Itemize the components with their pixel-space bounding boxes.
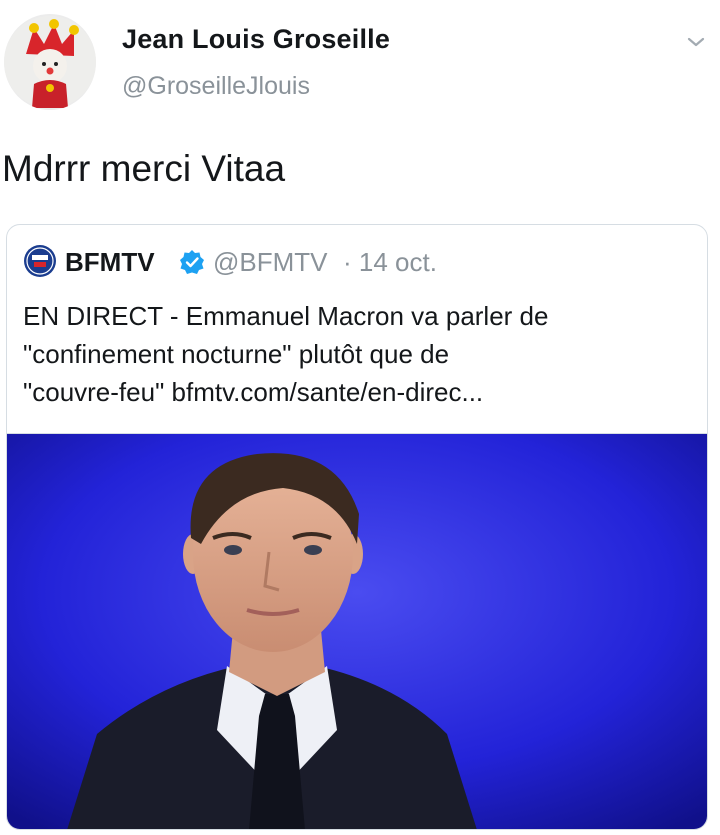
quoted-tweet-date[interactable]: · 14 oct.	[343, 247, 437, 278]
tweet-header: Jean Louis Groseille @GroseilleJlouis	[0, 0, 720, 120]
quoted-text-line: "confinement nocturne" plutôt que de	[23, 339, 450, 369]
quoted-tweet-card[interactable]: BFMTV @BFMTV · 14 oct. EN DIRECT - Emman…	[6, 224, 708, 830]
quoted-text-line: EN DIRECT - Emmanuel Macron va parler de	[23, 301, 549, 331]
quoted-text-line[interactable]: "couvre-feu" bfmtv.com/sante/en-direc...	[23, 373, 699, 411]
quoted-tweet-photo[interactable]	[7, 433, 707, 829]
chevron-down-icon[interactable]	[684, 30, 708, 54]
quoted-tweet-text: EN DIRECT - Emmanuel Macron va parler de…	[23, 297, 699, 411]
bfmtv-logo-icon[interactable]	[23, 244, 57, 278]
quoted-author-name[interactable]: BFMTV	[65, 247, 155, 278]
quoted-author-handle[interactable]: @BFMTV	[213, 247, 328, 278]
jester-avatar-image	[4, 16, 96, 108]
tweet-text: Mdrrr merci Vitaa	[2, 148, 286, 189]
verified-badge-icon	[179, 249, 205, 275]
avatar[interactable]	[4, 14, 96, 110]
author-name[interactable]: Jean Louis Groseille	[122, 24, 390, 55]
quoted-tweet-header: BFMTV @BFMTV · 14 oct.	[7, 225, 707, 295]
portrait-photo	[7, 434, 707, 829]
author-handle[interactable]: @GroseilleJlouis	[122, 72, 310, 101]
